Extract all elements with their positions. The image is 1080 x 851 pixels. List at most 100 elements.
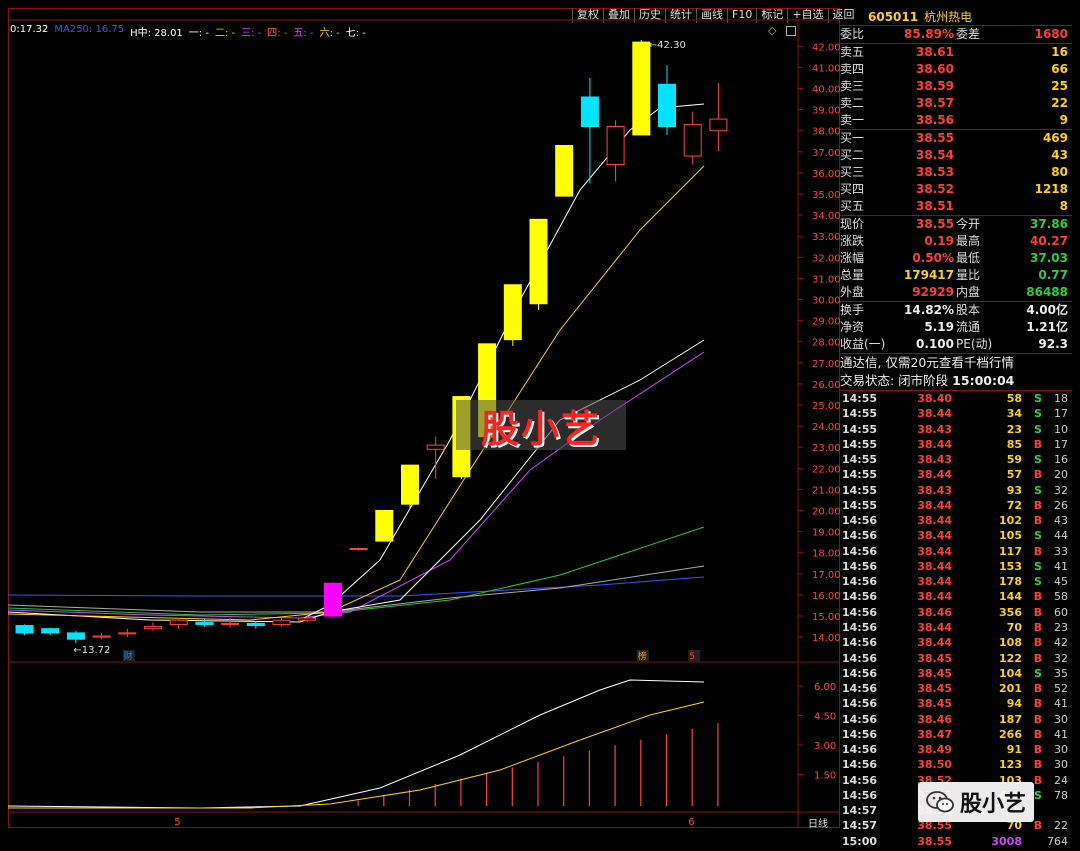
tick-row: 14:55 38.44 72 B 26 bbox=[840, 498, 1072, 513]
price-tick-label: 19.00 bbox=[812, 528, 840, 539]
tick-row: 14:56 38.44 105 S 44 bbox=[840, 528, 1072, 543]
quote-row: 涨幅 0.50% 最低 37.03 bbox=[840, 250, 1072, 267]
tick-side: S bbox=[1034, 529, 1042, 543]
tick-row: 14:55 38.44 34 S 17 bbox=[840, 406, 1072, 421]
tick-time: 14:55 bbox=[842, 468, 878, 482]
diff-value: 1680 bbox=[1034, 27, 1068, 41]
tick-time: 15:00 bbox=[842, 834, 878, 848]
tick-volume: 123 bbox=[999, 758, 1022, 772]
quote-value-2: 40.27 bbox=[1030, 234, 1068, 248]
orderbook-price: 38.53 bbox=[916, 165, 954, 179]
tick-row: 14:55 38.43 93 S 32 bbox=[840, 483, 1072, 498]
quote-label: 涨幅 bbox=[840, 251, 865, 265]
tick-row: 14:55 38.43 23 S 10 bbox=[840, 422, 1072, 437]
tick-side: B bbox=[1033, 620, 1043, 634]
candle-body bbox=[683, 123, 702, 157]
candle-body bbox=[118, 632, 137, 635]
wechat-icon bbox=[926, 791, 954, 813]
fundamental-value: 5.19 bbox=[924, 320, 954, 334]
tick-price: 38.44 bbox=[917, 514, 952, 528]
price-tick-label: 22.00 bbox=[812, 464, 840, 475]
watermark-badge: 股小艺 bbox=[456, 400, 626, 451]
price-tick-label: 32.00 bbox=[812, 253, 840, 264]
price-tick-label: 33.00 bbox=[812, 232, 840, 243]
fundamental-row: 收益(一) 0.100 PE(动) 92.3 bbox=[840, 336, 1072, 353]
tick-volume: 105 bbox=[999, 529, 1022, 543]
quote-label-2: 今开 bbox=[956, 217, 981, 231]
quote-row: 总量 179417 量比 0.77 bbox=[840, 267, 1072, 284]
tick-count: 764 bbox=[1047, 834, 1068, 848]
lower-tick-label: 1.50 bbox=[814, 771, 836, 782]
tick-side: B bbox=[1033, 437, 1043, 451]
price-tick-label: 14.00 bbox=[812, 633, 840, 644]
price-tick-label: 15.00 bbox=[812, 612, 840, 623]
price-tick-label: 38.00 bbox=[812, 127, 840, 138]
orderbook-price: 38.60 bbox=[916, 62, 954, 76]
orderbook-volume: 80 bbox=[1051, 165, 1068, 179]
candle-body bbox=[529, 218, 548, 305]
tick-time: 14:55 bbox=[842, 407, 878, 421]
tick-time: 14:56 bbox=[842, 788, 878, 802]
tick-time: 14:55 bbox=[842, 498, 878, 512]
candle-body bbox=[503, 284, 522, 341]
tick-count: 45 bbox=[1054, 575, 1068, 589]
orderbook-price: 38.51 bbox=[916, 199, 954, 213]
orderbook-volume: 66 bbox=[1051, 62, 1068, 76]
candle-body bbox=[272, 619, 291, 625]
tick-side: B bbox=[1033, 819, 1043, 833]
tick-time: 14:55 bbox=[842, 483, 878, 497]
ratio-value: 85.89% bbox=[904, 27, 954, 41]
tick-price: 38.44 bbox=[917, 407, 952, 421]
tick-time: 14:56 bbox=[842, 682, 878, 696]
orderbook-price: 38.59 bbox=[916, 79, 954, 93]
fundamental-row: 净资 5.19 流通 1.21亿 bbox=[840, 319, 1072, 336]
tick-list[interactable]: 14:55 38.40 58 S 18 14:55 38.44 34 S 17 14:55 38.43… bbox=[840, 391, 1072, 849]
fundamentals-block: 换手 14.82% 股本 4.00亿 净资 5.19 流通 1.21亿 收益(一) 0.100 PE… bbox=[840, 302, 1072, 354]
tick-side: B bbox=[1033, 727, 1043, 741]
tick-volume: 93 bbox=[1006, 483, 1022, 497]
tick-row: 14:56 38.44 117 B 33 bbox=[840, 544, 1072, 559]
tick-count: 17 bbox=[1054, 437, 1068, 451]
tick-count: 58 bbox=[1054, 590, 1068, 604]
lower-white-line bbox=[7, 679, 705, 809]
tick-volume: 70 bbox=[1006, 620, 1022, 634]
tick-price: 38.46 bbox=[917, 605, 952, 619]
price-tick-label: 35.00 bbox=[812, 190, 840, 201]
tick-side: B bbox=[1033, 682, 1043, 696]
notice-line[interactable]: 通达信, 仅需20元查看千档行情 bbox=[840, 354, 1072, 372]
tick-volume: 201 bbox=[999, 682, 1022, 696]
price-tick-label: 25.00 bbox=[812, 401, 840, 412]
tick-count: 18 bbox=[1054, 392, 1068, 405]
tick-row: 14:56 38.44 144 B 58 bbox=[840, 589, 1072, 604]
ma-gray-line bbox=[7, 565, 705, 613]
tick-volume: 187 bbox=[999, 712, 1022, 726]
tick-count: 43 bbox=[1054, 514, 1068, 528]
tick-time: 14:56 bbox=[842, 575, 878, 589]
ratio-label: 委比 bbox=[840, 27, 865, 41]
tick-volume: 266 bbox=[999, 727, 1022, 741]
price-tick-label: 27.00 bbox=[812, 359, 840, 370]
tick-row: 15:00 38.55 3008 764 bbox=[840, 834, 1072, 849]
tick-side: S bbox=[1034, 575, 1042, 589]
quote-row: 外盘 92929 内盘 86488 bbox=[840, 284, 1072, 301]
fundamental-value-2: 4.00亿 bbox=[1026, 303, 1068, 317]
price-tick-label: 34.00 bbox=[812, 211, 840, 222]
tick-side: S bbox=[1034, 483, 1042, 497]
tick-volume: 3008 bbox=[991, 834, 1022, 848]
price-tick-label: 17.00 bbox=[812, 570, 840, 581]
period-label[interactable]: 日线 bbox=[808, 815, 828, 830]
orderbook-row: 卖四 38.60 66 bbox=[840, 61, 1072, 78]
quote-value: 92929 bbox=[912, 285, 954, 299]
tick-time: 14:56 bbox=[842, 559, 878, 573]
candlestick-chart[interactable]: 42.00 41.00 40.00 39.00 38.00 37.00 36.00 35.00… bbox=[0, 0, 840, 851]
tick-time: 14:56 bbox=[842, 620, 878, 634]
tick-count: 24 bbox=[1054, 773, 1068, 787]
orderbook-level: 买二 bbox=[840, 148, 865, 162]
tick-time: 14:57 bbox=[842, 804, 878, 818]
quote-row: 现价 38.55 今开 37.86 bbox=[840, 216, 1072, 233]
tick-volume: 72 bbox=[1006, 498, 1022, 512]
tick-row: 14:56 38.44 178 S 45 bbox=[840, 574, 1072, 589]
quote-label: 现价 bbox=[840, 217, 865, 231]
fundamental-row: 换手 14.82% 股本 4.00亿 bbox=[840, 302, 1072, 319]
orderbook-volume: 16 bbox=[1051, 45, 1068, 59]
